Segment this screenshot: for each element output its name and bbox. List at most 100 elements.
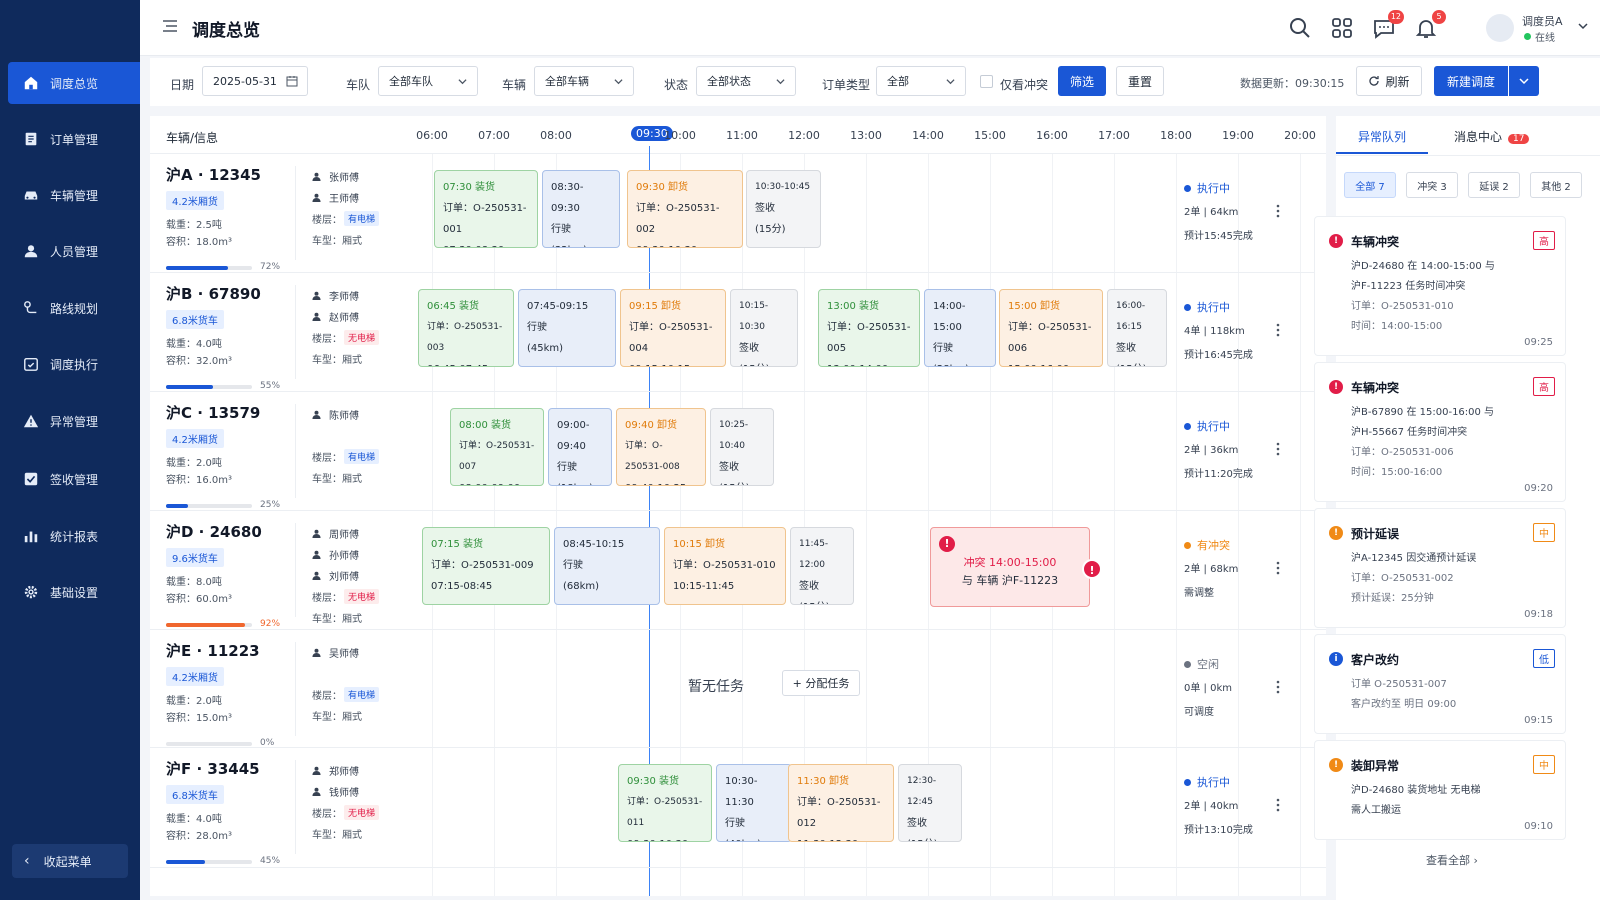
task-block-drive[interactable]: 10:30-11:30 行驶 (40km) bbox=[716, 764, 792, 842]
driver-name-text: 赵师傅 bbox=[329, 313, 359, 324]
status-select[interactable]: 全部状态 bbox=[696, 66, 796, 96]
vehicle-select[interactable]: 全部车辆 bbox=[534, 66, 634, 96]
sidebar-item-dispatch[interactable]: 调度执行 bbox=[8, 343, 140, 385]
refresh-button[interactable]: 刷新 bbox=[1356, 66, 1422, 96]
filter-chip[interactable]: 延误 2 bbox=[1468, 172, 1520, 198]
task-title: 10:15-10:30 bbox=[739, 301, 769, 332]
plate-number[interactable]: 沪E · 11223 bbox=[166, 640, 286, 661]
plate-number[interactable]: 沪A · 12345 bbox=[166, 164, 286, 185]
sidebar-item-person[interactable]: 人员管理 bbox=[8, 230, 140, 272]
new-dispatch-button[interactable]: 新建调度 bbox=[1434, 66, 1508, 96]
view-all-label: 查看全部 bbox=[1426, 854, 1470, 867]
alert-time: 09:10 bbox=[1524, 821, 1553, 832]
view-all-link[interactable]: 查看全部 › bbox=[1426, 852, 1478, 868]
task-block-load[interactable]: 08:00 装货订单：O-250531-007 08:00-09:00 bbox=[450, 408, 544, 486]
task-block-sign[interactable]: 10:30-10:45 签收 (15分) bbox=[746, 170, 821, 248]
time-tick: 20:00 bbox=[1284, 129, 1316, 142]
task-title: 08:30-09:30 bbox=[551, 182, 584, 214]
sidebar-item-chart[interactable]: 统计报表 bbox=[8, 515, 140, 557]
load-progress-fill bbox=[166, 266, 228, 270]
status-dot bbox=[1184, 422, 1191, 430]
more-options-icon[interactable] bbox=[1276, 323, 1280, 337]
task-detail: 订单：O-250531-012 bbox=[797, 797, 881, 829]
alert-card[interactable]: ! 预计延误 中沪A-12345 因交通预计延误 订单：O-250531-002 预计延… bbox=[1314, 508, 1566, 628]
task-block-unload[interactable]: 09:30 卸货订单：O-250531-002 09:30-10:30 bbox=[627, 170, 743, 248]
menu-toggle-icon[interactable] bbox=[162, 18, 178, 34]
task-block-drive[interactable]: 09:00-09:40 行驶 (18km) bbox=[548, 408, 612, 486]
sidebar-item-dashboard[interactable]: 调度总览 bbox=[8, 62, 140, 104]
avatar[interactable] bbox=[1486, 14, 1514, 42]
task-block-load[interactable]: 06:45 装货订单：O-250531-003 06:45-07:45 bbox=[418, 289, 514, 367]
more-options-icon[interactable] bbox=[1276, 561, 1280, 575]
sidebar-item-route[interactable]: 路线规划 bbox=[8, 287, 140, 329]
new-dispatch-dropdown[interactable] bbox=[1509, 66, 1539, 96]
collapse-menu-button[interactable]: ‹ 收起菜单 bbox=[12, 844, 128, 878]
chevron-down-icon bbox=[458, 79, 467, 85]
tab-messages[interactable]: 消息中心 17 bbox=[1454, 128, 1530, 145]
filter-button[interactable]: 筛选 bbox=[1058, 66, 1106, 96]
vehicle-row: 沪B · 67890 6.8米货车 载重：4.0吨 容积：32.0m³ 55% 李师傅 赵师… bbox=[150, 273, 1326, 392]
sidebar-item-checkbox[interactable]: 签收管理 bbox=[8, 458, 140, 500]
chat-button[interactable]: 12 bbox=[1372, 10, 1404, 40]
task-block-sign[interactable]: 10:25-10:40 签收 (15分) bbox=[710, 408, 774, 486]
tab-exceptions[interactable]: 异常队列 bbox=[1358, 128, 1406, 145]
task-block-drive[interactable]: 08:45-10:15 行驶 (68km) bbox=[554, 527, 660, 605]
alert-card[interactable]: ! 车辆冲突 高沪D-24680 在 14:00-15:00 与沪F-11223 任… bbox=[1314, 216, 1566, 356]
task-block-sign[interactable]: 10:15-10:30 签收 (15分) bbox=[730, 289, 798, 367]
alert-level-badge: 高 bbox=[1533, 231, 1555, 250]
task-block-load[interactable]: 13:00 装货订单：O-250531-005 13:00-14:00 bbox=[818, 289, 920, 367]
task-time: 11:30-12:30 bbox=[797, 834, 885, 841]
task-block-unload[interactable]: 09:40 卸货订单：O-250531-008 09:40-10:25 bbox=[616, 408, 706, 486]
more-options-icon[interactable] bbox=[1276, 798, 1280, 812]
fleet-select[interactable]: 全部车队 bbox=[378, 66, 478, 96]
task-block-unload[interactable]: 11:30 卸货订单：O-250531-012 11:30-12:30 bbox=[788, 764, 894, 842]
apps-grid-icon[interactable] bbox=[1330, 16, 1354, 40]
date-picker[interactable]: 2025-05-31 bbox=[202, 66, 308, 96]
task-block-unload[interactable]: 15:00 卸货订单：O-250531-006 15:00-16:00 bbox=[999, 289, 1103, 367]
order-type-select[interactable]: 全部 bbox=[876, 66, 966, 96]
exception-panel: 异常队列 消息中心 17 查看全部 › 全部 7 冲突 3 延误 2 其他 2 ! 车辆冲突… bbox=[1314, 116, 1600, 900]
task-block-drive[interactable]: 14:00-15:00 行驶 (28km) bbox=[924, 289, 996, 367]
task-block-load[interactable]: 07:15 装货 订单：O-250531-009 07:15-08:45 bbox=[422, 527, 550, 605]
reset-button[interactable]: 重置 bbox=[1116, 66, 1164, 96]
conflict-only-checkbox[interactable] bbox=[980, 75, 993, 88]
sidebar-item-orders[interactable]: 订单管理 bbox=[8, 118, 140, 160]
sidebar-item-gear[interactable]: 基础设置 bbox=[8, 571, 140, 613]
notification-button[interactable]: 5 bbox=[1414, 10, 1446, 40]
conflict-block[interactable]: ! 冲突 14:00-15:00 与 车辆 沪F-11223 bbox=[930, 527, 1090, 607]
sidebar-item-label: 调度执行 bbox=[50, 357, 99, 372]
elevator-tag: 有电梯 bbox=[344, 687, 380, 702]
more-options-icon[interactable] bbox=[1276, 442, 1280, 456]
plate-number[interactable]: 沪C · 13579 bbox=[166, 402, 286, 423]
filter-chip[interactable]: 全部 7 bbox=[1344, 172, 1396, 198]
sidebar-item-warning[interactable]: 异常管理 bbox=[8, 400, 140, 442]
plate-number[interactable]: 沪D · 24680 bbox=[166, 521, 286, 542]
conflict-marker-icon[interactable]: ! bbox=[1082, 559, 1102, 579]
more-options-icon[interactable] bbox=[1276, 680, 1280, 694]
filter-chip[interactable]: 冲突 3 bbox=[1406, 172, 1458, 198]
plate-number[interactable]: 沪B · 67890 bbox=[166, 283, 286, 304]
sidebar-item-car[interactable]: 车辆管理 bbox=[8, 174, 140, 216]
task-block-load[interactable]: 07:30 装货订单：O-250531-001 07:30-08:30 bbox=[434, 170, 538, 248]
task-detail: 订单：O-250531-009 bbox=[431, 560, 534, 571]
alert-card[interactable]: i 客户改约 低订单 O-250531-007 客户改约至 明日 09:00 09:15 bbox=[1314, 634, 1566, 734]
task-block-load[interactable]: 09:30 装货订单：O-250531-011 09:30-10:30 bbox=[618, 764, 712, 842]
search-icon[interactable] bbox=[1288, 16, 1312, 40]
task-block-sign[interactable]: 16:00-16:15 签收 (15分) bbox=[1107, 289, 1167, 367]
filter-chip[interactable]: 其他 2 bbox=[1530, 172, 1582, 198]
alert-card[interactable]: ! 装卸异常 中沪D-24680 装货地址 无电梯 需人工搬运 09:10 bbox=[1314, 740, 1566, 840]
task-title: 09:00-09:40 bbox=[557, 420, 590, 452]
task-block-drive[interactable]: 07:45-09:15 行驶 (45km) bbox=[518, 289, 616, 367]
person-icon bbox=[312, 571, 321, 580]
plate-number[interactable]: 沪F · 33445 bbox=[166, 758, 286, 779]
task-block-sign[interactable]: 11:45-12:00 签收 (15分) bbox=[790, 527, 854, 605]
task-block-sign[interactable]: 12:30-12:45 签收 (15分) bbox=[898, 764, 962, 842]
assign-task-button[interactable]: + 分配任务 bbox=[782, 670, 860, 696]
task-block-unload[interactable]: 10:15 卸货 订单：O-250531-010 10:15-11:45 bbox=[664, 527, 786, 605]
chevron-down-icon[interactable] bbox=[1578, 21, 1588, 31]
task-block-drive[interactable]: 08:30-09:30 行驶 (32km) bbox=[542, 170, 620, 248]
driver-name: 张师傅 bbox=[312, 166, 412, 187]
more-options-icon[interactable] bbox=[1276, 204, 1280, 218]
alert-card[interactable]: ! 车辆冲突 高沪B-67890 在 15:00-16:00 与沪H-55667 任… bbox=[1314, 362, 1566, 502]
task-block-unload[interactable]: 09:15 卸货订单：O-250531-004 09:15-10:15 bbox=[620, 289, 726, 367]
